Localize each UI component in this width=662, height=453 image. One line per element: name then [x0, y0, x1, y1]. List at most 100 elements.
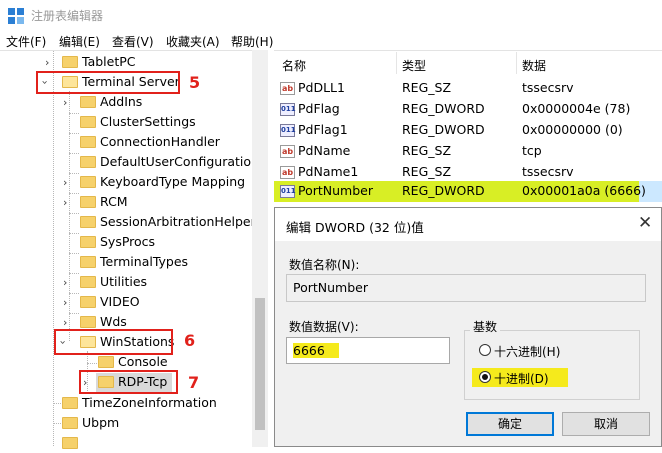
row-data: 0x00000000 (0)	[522, 122, 623, 137]
tree-item-video[interactable]: › VIDEO	[0, 292, 252, 312]
tree-item-label: Utilities	[100, 274, 148, 289]
tree-item-timezoneinformation[interactable]: TimeZoneInformation	[0, 393, 252, 413]
folder-icon	[80, 276, 96, 288]
list-row[interactable]: ab PdName REG_SZ tcp	[274, 141, 662, 162]
tree-item-rcm[interactable]: › RCM	[0, 192, 252, 212]
row-data: tssecsrv	[522, 80, 574, 95]
row-name: PortNumber	[298, 183, 373, 198]
folder-icon	[80, 236, 96, 248]
tree-item-partial	[0, 433, 252, 453]
row-type: REG_DWORD	[402, 183, 485, 198]
folder-icon	[80, 196, 96, 208]
base-label: 基数	[470, 318, 501, 335]
tree-item-terminaltypes[interactable]: TerminalTypes	[0, 252, 252, 272]
menu-help[interactable]: 帮助(H)	[231, 33, 273, 50]
value-name-label: 数值名称(N):	[289, 258, 360, 272]
list-row[interactable]: ab PdDLL1 REG_SZ tssecsrv	[274, 78, 662, 99]
tree-item-label: TerminalTypes	[100, 254, 189, 269]
radio-dec[interactable]: 十进制(D)	[472, 368, 568, 387]
tree-item-sysprocs[interactable]: SysProcs	[0, 232, 252, 252]
close-icon[interactable]: ✕	[638, 213, 652, 233]
tree-item-sessionarbitrationhelper[interactable]: SessionArbitrationHelper	[0, 212, 256, 232]
folder-icon	[80, 116, 96, 128]
column-header-name[interactable]: 名称	[282, 57, 306, 74]
list-row[interactable]: ab PdName1 REG_SZ tssecsrv	[274, 162, 662, 181]
tree-item-label: TimeZoneInformation	[82, 395, 217, 410]
value-name-field[interactable]: PortNumber	[286, 274, 646, 302]
tree-item-label: SysProcs	[100, 234, 156, 249]
tree-item-label: Ubpm	[82, 415, 120, 430]
chevron-right-icon[interactable]: ›	[45, 56, 49, 69]
folder-icon	[62, 437, 78, 449]
list-row[interactable]: 011 PdFlag1 REG_DWORD 0x00000000 (0)	[274, 120, 662, 141]
tree-item-keyboardtype-mapping[interactable]: › KeyboardType Mapping	[0, 172, 252, 192]
tree-item-label: VIDEO	[100, 294, 140, 309]
dword-value-icon: 011	[280, 185, 296, 198]
regedit-app-icon	[8, 8, 24, 24]
tree-item-defaultuserconfiguration[interactable]: DefaultUserConfiguration	[0, 152, 259, 172]
folder-icon	[62, 417, 78, 429]
ok-button[interactable]: 确定	[466, 412, 554, 436]
list-row-selected[interactable]: 011 PortNumber REG_DWORD 0x00001a0a (666…	[274, 181, 662, 202]
tree-item-utilities[interactable]: › Utilities	[0, 272, 252, 292]
string-value-icon: ab	[280, 82, 295, 95]
value-data-input[interactable]: 6666	[286, 337, 450, 364]
tree-item-tabletpc[interactable]: › TabletPC	[0, 52, 252, 72]
row-data: tcp	[522, 143, 542, 158]
annotation-box-step5	[36, 71, 180, 94]
row-data: tssecsrv	[522, 164, 574, 179]
folder-icon	[80, 136, 96, 148]
tree-scrollbar-thumb[interactable]	[255, 298, 265, 430]
annotation-step-5: 5	[189, 73, 201, 92]
tree-item-label: ClusterSettings	[100, 114, 196, 129]
row-type: REG_DWORD	[402, 122, 485, 137]
tree-item-ubpm[interactable]: Ubpm	[0, 413, 252, 433]
row-name: PdFlag1	[298, 122, 348, 137]
chevron-right-icon[interactable]: ›	[63, 196, 67, 209]
menu-view[interactable]: 查看(V)	[112, 33, 154, 50]
row-type: REG_SZ	[402, 143, 452, 158]
chevron-right-icon[interactable]: ›	[63, 96, 67, 109]
tree-item-connectionhandler[interactable]: ConnectionHandler	[0, 132, 252, 152]
tree-item-clustersettings[interactable]: ClusterSettings	[0, 112, 252, 132]
radio-checked-icon[interactable]	[479, 371, 491, 383]
radio-dec-label: 十进制(D)	[494, 372, 549, 386]
tree-item-label: SessionArbitrationHelper	[100, 214, 256, 229]
folder-icon	[80, 176, 96, 188]
dword-value-icon: 011	[280, 124, 296, 137]
folder-icon	[80, 216, 96, 228]
column-header-type[interactable]: 类型	[402, 57, 426, 74]
row-type: REG_DWORD	[402, 101, 485, 116]
menu-favorites[interactable]: 收藏夹(A)	[166, 33, 220, 50]
menu-file[interactable]: 文件(F)	[6, 33, 46, 50]
chevron-right-icon[interactable]: ›	[63, 176, 67, 189]
radio-unchecked-icon[interactable]	[479, 344, 491, 356]
tree-item-label: Wds	[100, 314, 127, 329]
folder-icon	[62, 397, 78, 409]
value-data-text: 6666	[293, 343, 339, 358]
chevron-right-icon[interactable]: ›	[63, 316, 67, 329]
radio-hex-label: 十六进制(H)	[494, 345, 561, 359]
cancel-button[interactable]: 取消	[562, 412, 650, 436]
dialog-title: 编辑 DWORD (32 位)值	[286, 220, 424, 235]
annotation-box-step6	[54, 329, 173, 355]
folder-icon	[80, 316, 96, 328]
folder-icon	[80, 256, 96, 268]
annotation-step-6: 6	[184, 331, 196, 350]
row-type: REG_SZ	[402, 164, 452, 179]
radio-hex[interactable]: 十六进制(H)	[477, 342, 617, 360]
tree-item-addins[interactable]: › AddIns	[0, 92, 252, 112]
list-row[interactable]: 011 PdFlag REG_DWORD 0x0000004e (78)	[274, 99, 662, 120]
chevron-right-icon[interactable]: ›	[63, 276, 67, 289]
row-name: PdDLL1	[298, 80, 345, 95]
folder-icon	[80, 156, 96, 168]
tree-item-console[interactable]: Console	[0, 352, 252, 372]
value-data-label: 数值数据(V):	[289, 320, 359, 334]
tree-item-label: TabletPC	[82, 54, 136, 69]
column-header-data[interactable]: 数据	[522, 57, 546, 74]
folder-icon	[80, 296, 96, 308]
row-name: PdFlag	[298, 101, 340, 116]
row-data: 0x00001a0a (6666)	[522, 183, 646, 198]
chevron-right-icon[interactable]: ›	[63, 296, 67, 309]
menu-edit[interactable]: 编辑(E)	[59, 33, 100, 50]
